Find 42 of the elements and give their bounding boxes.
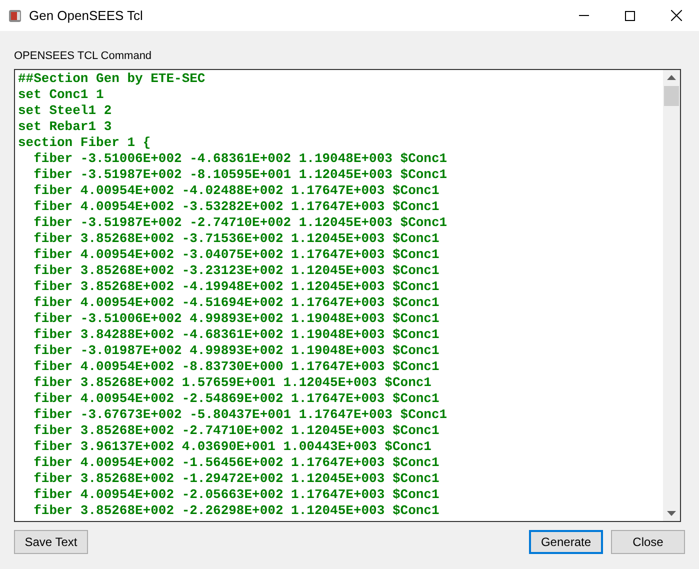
code-line: fiber 3.85268E+002 -2.74710E+002 1.12045E+003 $Conc1 xyxy=(32,423,440,439)
code-line: fiber -3.51987E+002 -2.74710E+002 1.12045E+003 $Conc1 xyxy=(32,215,448,231)
minimize-icon xyxy=(579,15,589,16)
code-line: fiber 4.00954E+002 -1.56456E+002 1.17647E+003 $Conc1 xyxy=(32,455,440,471)
save-button[interactable]: Save Text xyxy=(14,530,88,554)
scroll-up-icon[interactable] xyxy=(667,75,676,80)
code-line: fiber 3.85268E+002 -1.29472E+002 1.12045E+003 $Conc1 xyxy=(32,471,440,487)
code-line: fiber 3.85268E+002 -3.23123E+002 1.12045E+003 $Conc1 xyxy=(32,263,440,279)
code-line: fiber -3.51987E+002 -8.10595E+001 1.12045E+003 $Conc1 xyxy=(32,167,448,183)
code-line: fiber 4.00954E+002 -4.02488E+002 1.17647E+003 $Conc1 xyxy=(32,183,440,199)
generate-button[interactable]: Generate xyxy=(529,530,603,554)
code-line: fiber 3.85268E+002 -2.26298E+002 1.12045E+003 $Conc1 xyxy=(32,503,440,519)
code-line: fiber 3.84288E+002 -4.68361E+002 1.19048E+003 $Conc1 xyxy=(32,327,440,343)
close-button[interactable]: Close xyxy=(611,530,685,554)
scrollbar[interactable] xyxy=(663,70,680,521)
command-label: OPENSEES TCL Command xyxy=(14,49,153,63)
scroll-thumb[interactable] xyxy=(664,86,679,106)
code-line: fiber 3.96137E+002 4.03690E+001 1.00443E+003 $Conc1 xyxy=(32,439,432,455)
code-line: fiber 4.00954E+002 -8.83730E+000 1.17647E+003 $Conc1 xyxy=(32,359,440,375)
window-title: Gen OpenSEES Tcl xyxy=(29,6,143,25)
close-icon xyxy=(670,10,682,21)
maximize-icon xyxy=(625,10,635,20)
code-line: fiber -3.67673E+002 -5.80437E+001 1.17647E+003 $Conc1 xyxy=(32,407,448,423)
code-line: fiber -3.01987E+002 4.99893E+002 1.19048E+003 $Conc1 xyxy=(32,343,440,359)
code-line: fiber -3.51006E+002 -4.68361E+002 1.19048E+003 $Conc1 xyxy=(32,151,448,167)
command-text-area[interactable] xyxy=(14,69,681,522)
code-line: fiber 3.85268E+002 1.57659E+001 1.12045E+003 $Conc1 xyxy=(32,375,432,391)
code-line: set Rebar1 3 xyxy=(18,119,112,135)
code-line: fiber 4.00954E+002 -3.53282E+002 1.17647E+003 $Conc1 xyxy=(32,199,440,215)
code-line: section Fiber 1 { xyxy=(18,135,151,151)
code-line: fiber 3.85268E+002 -3.71536E+002 1.12045E+003 $Conc1 xyxy=(32,231,440,247)
code-line: fiber -3.51006E+002 4.99893E+002 1.19048E+003 $Conc1 xyxy=(32,311,440,327)
app-icon xyxy=(7,8,23,24)
code-line: fiber 4.00954E+002 -2.54869E+002 1.17647E+003 $Conc1 xyxy=(32,391,440,407)
scroll-down-icon[interactable] xyxy=(667,511,676,516)
code-line: fiber 4.00954E+002 -2.05663E+002 1.17647E+003 $Conc1 xyxy=(32,487,440,503)
code-line: fiber 4.00954E+002 -4.51694E+002 1.17647E+003 $Conc1 xyxy=(32,295,440,311)
code-line: set Conc1 1 xyxy=(18,87,104,103)
code-line: fiber 4.00954E+002 -3.04075E+002 1.17647E+003 $Conc1 xyxy=(32,247,440,263)
code-line: set Steel1 2 xyxy=(18,103,112,119)
code-line: ##Section Gen by ETE-SEC xyxy=(18,71,206,87)
code-line: fiber 3.85268E+002 -4.19948E+002 1.12045E+003 $Conc1 xyxy=(32,279,440,295)
